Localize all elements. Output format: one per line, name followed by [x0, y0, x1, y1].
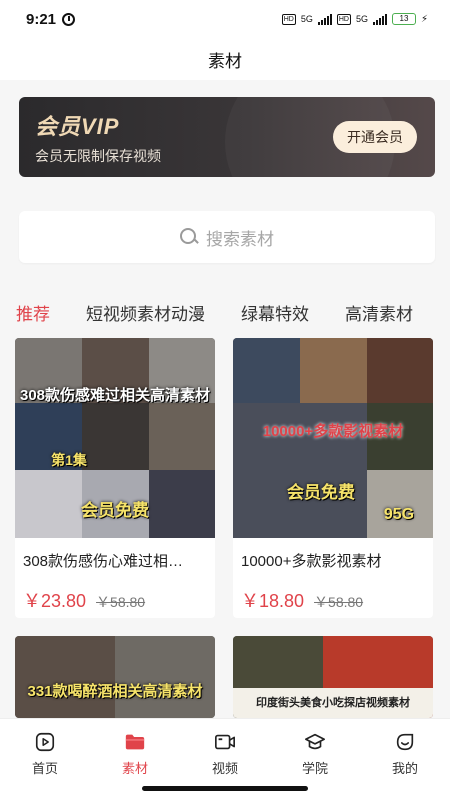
- open-vip-button[interactable]: 开通会员: [333, 121, 417, 153]
- card-thumbnail: 印度街头美食小吃探店视频素材: [233, 636, 433, 718]
- nav-label: 我的: [391, 761, 418, 776]
- hd-badge: HD: [281, 13, 296, 25]
- vip-banner[interactable]: 会员VIP 会员无限制保存视频 开通会员: [19, 97, 435, 177]
- graduation-cap-icon: [305, 733, 325, 750]
- sale-price: ￥23.80: [23, 591, 87, 611]
- signal-icon: [317, 13, 332, 25]
- charging-icon: ⚡: [420, 13, 428, 25]
- tab-green-screen[interactable]: 绿幕特效: [241, 300, 309, 325]
- status-time: 9:21: [26, 10, 57, 28]
- vip-subtitle: 会员无限制保存视频: [35, 148, 161, 164]
- price-row: ￥18.80 ￥58.80: [233, 571, 433, 613]
- card-thumbnail: 308款伤感难过相关高清素材 第1集 会员免费: [15, 338, 215, 538]
- thumbnail-title: 331款喝醉酒相关高清素材: [27, 683, 203, 700]
- play-square-icon: [35, 732, 55, 752]
- status-right: HD 5G HD 5G 13 ⚡: [281, 13, 428, 25]
- original-price: ￥58.80: [314, 594, 364, 610]
- folder-icon: [125, 734, 145, 750]
- material-card[interactable]: 印度街头美食小吃探店视频素材: [233, 636, 433, 718]
- tab-hd-material[interactable]: 高清素材: [345, 300, 413, 325]
- alarm-icon: [62, 12, 76, 26]
- network-label: 5G: [300, 14, 313, 24]
- search-icon: [180, 228, 198, 246]
- nav-home[interactable]: 首页: [0, 719, 90, 800]
- status-left: 9:21: [26, 10, 76, 28]
- original-price: ￥58.80: [96, 594, 146, 610]
- nav-label: 素材: [121, 761, 148, 776]
- card-title: 10000+多款影视素材: [241, 553, 382, 570]
- search-input[interactable]: 搜索素材: [19, 211, 435, 263]
- material-card[interactable]: 10000+多款影视素材 会员免费 95G 10000+多款影视素材 ￥18.8…: [233, 338, 433, 618]
- card-thumbnail: 10000+多款影视素材 会员免费 95G: [233, 338, 433, 538]
- network-label-2: 5G: [355, 14, 368, 24]
- smile-face-icon: [396, 733, 414, 751]
- vip-title: 会员VIP: [35, 114, 120, 139]
- thumbnail-size: 95G: [383, 506, 415, 523]
- signal-icon-2: [372, 13, 387, 25]
- card-thumbnail: 331款喝醉酒相关高清素材: [15, 636, 215, 718]
- thumbnail-title: 印度街头美食小吃探店视频素材: [256, 697, 410, 709]
- material-card[interactable]: 308款伤感难过相关高清素材 第1集 会员免费 308款伤感伤心难过相… ￥23…: [15, 338, 215, 618]
- material-card[interactable]: 331款喝醉酒相关高清素材: [15, 636, 215, 718]
- tab-short-video-anime[interactable]: 短视频素材动漫: [86, 300, 205, 325]
- nav-label: 学院: [301, 761, 328, 776]
- thumbnail-title: 308款伤感难过相关高清素材: [19, 387, 211, 404]
- tab-recommend[interactable]: 推荐: [16, 300, 50, 332]
- home-indicator[interactable]: [142, 786, 308, 791]
- page-title: 素材: [0, 38, 450, 80]
- nav-label: 首页: [31, 761, 58, 776]
- thumbnail-episode: 第1集: [51, 452, 87, 468]
- thumbnail-badge: 会员免费: [81, 501, 149, 520]
- video-camera-icon: [215, 734, 235, 750]
- nav-mine[interactable]: 我的: [360, 719, 450, 800]
- sale-price: ￥18.80: [241, 591, 305, 611]
- search-placeholder: 搜索素材: [206, 229, 274, 249]
- thumbnail-badge: 会员免费: [287, 483, 355, 502]
- category-tabs: 推荐 短视频素材动漫 绿幕特效 高清素材: [0, 292, 450, 332]
- nav-label: 视频: [211, 761, 238, 776]
- status-bar: 9:21 HD 5G HD 5G 13 ⚡: [0, 0, 450, 38]
- battery-icon: 13: [391, 13, 416, 25]
- price-row: ￥23.80 ￥58.80: [15, 571, 215, 613]
- hd-badge-2: HD: [336, 13, 351, 25]
- card-title: 308款伤感伤心难过相…: [23, 553, 184, 570]
- thumbnail-title: 10000+多款影视素材: [262, 423, 404, 440]
